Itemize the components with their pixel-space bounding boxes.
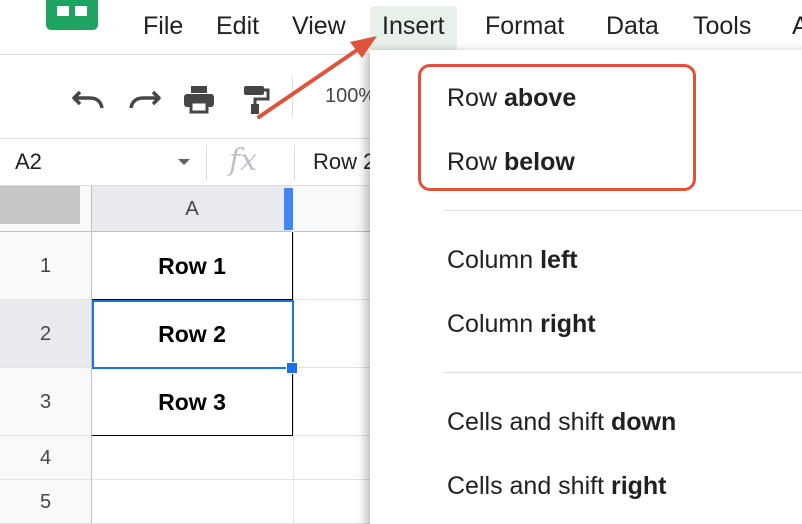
- cell-a5[interactable]: [92, 480, 293, 524]
- menu-option-prefix: Column: [447, 246, 541, 274]
- menu-file[interactable]: File: [131, 6, 195, 50]
- cell-b5[interactable]: [293, 480, 370, 524]
- menu-edit[interactable]: Edit: [204, 6, 271, 50]
- menu-option-cells-shift-down[interactable]: Cells and shift down: [447, 408, 676, 437]
- column-header-a[interactable]: A: [92, 186, 292, 232]
- menu-option-emphasis: below: [503, 148, 575, 176]
- cell-b3[interactable]: [293, 368, 370, 436]
- cell-b1[interactable]: [293, 232, 370, 300]
- toolbar-separator: [292, 77, 293, 117]
- spreadsheet-window: File Edit View Insert Format Data Tools …: [0, 0, 802, 524]
- column-resize-handle[interactable]: [284, 188, 293, 230]
- insert-menu-dropdown: Row above Row below Column left Column r…: [370, 50, 802, 524]
- menu-option-emphasis: above: [503, 84, 577, 112]
- formula-bar-separator: [294, 145, 295, 181]
- paint-format-icon[interactable]: [238, 83, 274, 115]
- zoom-select[interactable]: 100%: [325, 85, 376, 108]
- row-header-5[interactable]: 5: [0, 480, 92, 524]
- chevron-down-icon[interactable]: [178, 159, 190, 165]
- toolbar: 100%: [0, 54, 376, 138]
- menu-option-row-below[interactable]: Row below: [447, 148, 575, 177]
- formula-input[interactable]: Row 2: [313, 149, 375, 175]
- fx-icon: fx: [229, 143, 258, 178]
- menu-option-emphasis: right: [610, 472, 667, 500]
- menu-option-emphasis: down: [610, 408, 677, 436]
- cell-a3[interactable]: Row 3: [92, 368, 293, 436]
- row-header-3[interactable]: 3: [0, 368, 92, 436]
- row-header-4[interactable]: 4: [0, 436, 92, 480]
- fill-handle[interactable]: [286, 362, 298, 374]
- menu-extensions[interactable]: A: [780, 6, 802, 50]
- cell-b4[interactable]: [293, 436, 370, 480]
- menu-divider: [444, 210, 802, 211]
- selection-outline: [92, 300, 294, 369]
- cell-a4[interactable]: [92, 436, 293, 480]
- menu-option-cells-shift-right[interactable]: Cells and shift right: [447, 472, 667, 501]
- formula-bar: A2 fx Row 2: [0, 138, 375, 186]
- sheet-grid: A 1 2 3 4 5 Row 1 Row 2 Row 3: [0, 186, 370, 524]
- cell-a1[interactable]: Row 1: [92, 232, 293, 300]
- row-header-2[interactable]: 2: [0, 300, 92, 368]
- menu-format[interactable]: Format: [473, 6, 576, 50]
- sheets-logo-icon[interactable]: [46, 0, 98, 30]
- menu-tools[interactable]: Tools: [681, 6, 763, 50]
- menu-option-prefix: Row: [447, 84, 504, 112]
- menu-data[interactable]: Data: [594, 6, 671, 50]
- menu-insert[interactable]: Insert: [370, 6, 457, 50]
- print-icon[interactable]: [181, 83, 217, 115]
- cell-b2[interactable]: [293, 300, 370, 368]
- menu-divider: [444, 372, 802, 373]
- column-header-b[interactable]: [294, 186, 370, 232]
- menu-option-prefix: Cells and shift: [447, 408, 611, 436]
- menu-option-prefix: Row: [447, 148, 504, 176]
- row-header-1[interactable]: 1: [0, 232, 92, 300]
- select-all-corner[interactable]: [0, 186, 92, 232]
- name-box[interactable]: A2: [15, 149, 42, 175]
- menu-option-row-above[interactable]: Row above: [447, 84, 576, 113]
- menu-option-emphasis: left: [540, 246, 578, 274]
- menu-option-emphasis: right: [540, 310, 596, 338]
- menu-option-prefix: Cells and shift: [447, 472, 611, 500]
- menu-option-prefix: Column: [447, 310, 541, 338]
- formula-bar-separator: [206, 145, 207, 181]
- redo-icon[interactable]: [127, 83, 163, 115]
- menu-view[interactable]: View: [280, 6, 358, 50]
- menu-option-column-left[interactable]: Column left: [447, 246, 578, 275]
- undo-icon[interactable]: [70, 83, 106, 115]
- menu-option-column-right[interactable]: Column right: [447, 310, 596, 339]
